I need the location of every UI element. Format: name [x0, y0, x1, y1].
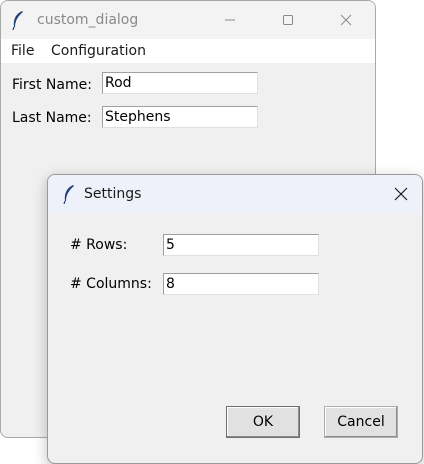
last-name-input[interactable]: Stephens: [102, 106, 258, 128]
first-name-label: First Name:: [12, 77, 92, 93]
maximize-button[interactable]: [265, 1, 311, 39]
settings-dialog: Settings # Rows: 5 # Columns: 8 OK Cance…: [47, 174, 423, 464]
menu-configuration[interactable]: Configuration: [51, 43, 146, 59]
main-titlebar[interactable]: custom_dialog: [1, 1, 375, 39]
first-name-input[interactable]: Rod: [102, 72, 258, 94]
ok-button[interactable]: OK: [226, 406, 300, 438]
window-title: custom_dialog: [37, 12, 139, 28]
feather-icon: [62, 184, 76, 208]
menu-file[interactable]: File: [11, 43, 34, 59]
last-name-label: Last Name:: [12, 110, 92, 126]
menubar: File Configuration: [1, 39, 375, 63]
columns-label: # Columns:: [70, 276, 152, 292]
dialog-close-button[interactable]: [378, 175, 422, 213]
minimize-button[interactable]: [207, 1, 253, 39]
close-icon: [394, 187, 408, 201]
feather-icon: [11, 10, 25, 34]
rows-input[interactable]: 5: [163, 234, 319, 256]
close-button[interactable]: [323, 1, 369, 39]
rows-label: # Rows:: [70, 237, 128, 253]
cancel-button[interactable]: Cancel: [324, 406, 398, 438]
dialog-titlebar[interactable]: Settings: [48, 175, 422, 213]
minimize-icon: [225, 19, 235, 21]
maximize-icon: [283, 15, 293, 25]
close-icon: [340, 14, 352, 26]
columns-input[interactable]: 8: [163, 273, 319, 295]
dialog-title: Settings: [84, 186, 142, 202]
